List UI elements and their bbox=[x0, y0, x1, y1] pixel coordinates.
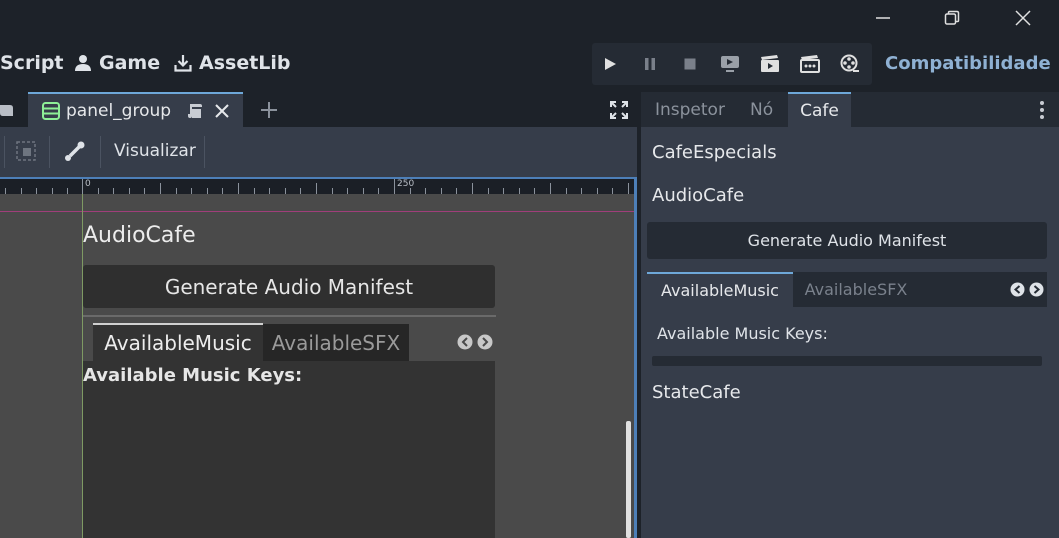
dock-tab-available-sfx[interactable]: AvailableSFX bbox=[793, 272, 919, 307]
more-options-icon[interactable] bbox=[1039, 100, 1045, 120]
download-icon bbox=[174, 55, 192, 72]
available-music-keys-label: Available Music Keys: bbox=[657, 324, 828, 343]
play-icon bbox=[605, 58, 616, 70]
script-label: Script bbox=[0, 52, 64, 74]
game-label: Game bbox=[99, 52, 161, 74]
canvas-generate-manifest-button[interactable]: Generate Audio Manifest bbox=[83, 265, 495, 308]
canvas-audiocafe-label: AudioCafe bbox=[83, 223, 196, 248]
close-icon[interactable] bbox=[215, 103, 229, 118]
plus-icon bbox=[261, 102, 277, 118]
vbox-node-icon bbox=[42, 101, 60, 120]
music-keys-list[interactable] bbox=[652, 356, 1042, 366]
script-icon bbox=[0, 105, 13, 116]
remote-debug-button[interactable] bbox=[718, 52, 742, 76]
chevron-right-icon[interactable] bbox=[477, 334, 493, 350]
script-icon bbox=[188, 103, 203, 118]
restore-button[interactable] bbox=[923, 0, 981, 36]
canvas-viewport[interactable]: AudioCafe Generate Audio Manifest Availa… bbox=[0, 194, 637, 538]
bone-icon bbox=[65, 141, 85, 161]
chevron-right-icon[interactable] bbox=[1029, 282, 1044, 297]
separator bbox=[100, 136, 101, 168]
canvas-tab-panel: Available Music Keys: bbox=[83, 361, 495, 538]
viewport-toolbar: Visualizar bbox=[0, 127, 637, 177]
ruler-ticks bbox=[5, 179, 629, 194]
main-toolbar: Script Game AssetLib Compatibilidade bbox=[0, 36, 1059, 92]
tab-node[interactable]: Nó bbox=[750, 92, 773, 127]
dock-tabbar: AvailableMusic AvailableSFX bbox=[647, 272, 1047, 307]
assetlib-label: AssetLib bbox=[199, 52, 291, 74]
viewport-border bbox=[634, 177, 637, 538]
chevron-left-icon[interactable] bbox=[457, 334, 473, 350]
run-controls bbox=[592, 43, 872, 85]
run-custom-scene-button[interactable] bbox=[798, 52, 822, 76]
minimize-icon bbox=[876, 17, 890, 19]
restore-icon bbox=[944, 10, 960, 25]
separator bbox=[204, 136, 205, 168]
generate-manifest-button[interactable]: Generate Audio Manifest bbox=[647, 222, 1047, 259]
dock-tabs: Inspetor Nó Cafe bbox=[641, 92, 1059, 127]
close-icon bbox=[1015, 10, 1031, 26]
canvas-available-music-keys-label: Available Music Keys: bbox=[83, 365, 303, 386]
bone-tool-button[interactable] bbox=[64, 140, 86, 162]
chevron-left-icon[interactable] bbox=[1010, 282, 1025, 297]
snap-button[interactable] bbox=[16, 141, 36, 161]
separator bbox=[49, 136, 50, 168]
assetlib-workspace-button[interactable]: AssetLib bbox=[174, 48, 291, 78]
cafe-especiais-label: CafeEspecials bbox=[652, 142, 777, 163]
horizontal-ruler: 0 250 bbox=[0, 177, 637, 194]
snap-grid-icon bbox=[16, 141, 36, 161]
renderer-label: Compatibilidade bbox=[885, 52, 1051, 74]
scene-tab-panel-group[interactable]: panel_group bbox=[28, 92, 243, 127]
window-title-bar bbox=[0, 0, 1059, 36]
run-current-scene-icon bbox=[761, 55, 779, 72]
separator bbox=[0, 136, 5, 168]
tab-cafe[interactable]: Cafe bbox=[788, 92, 851, 127]
close-window-button[interactable] bbox=[994, 0, 1052, 36]
play-button[interactable] bbox=[598, 52, 622, 76]
canvas-separator bbox=[83, 315, 496, 317]
audiocafe-label: AudioCafe bbox=[652, 185, 745, 206]
expand-icon bbox=[610, 101, 628, 119]
game-workspace-button[interactable]: Game bbox=[74, 48, 160, 78]
movie-maker-icon bbox=[840, 54, 859, 72]
statecafe-label: StateCafe bbox=[652, 382, 741, 403]
inspector-dock: Inspetor Nó Cafe CafeEspecials AudioCafe… bbox=[641, 92, 1059, 538]
pause-button[interactable] bbox=[638, 52, 662, 76]
ruler-label-250: 250 bbox=[397, 179, 415, 189]
visualize-menu[interactable]: Visualizar bbox=[114, 141, 196, 161]
run-custom-scene-icon bbox=[800, 55, 820, 73]
distraction-free-button[interactable] bbox=[610, 101, 628, 119]
script-workspace-button[interactable]: Script bbox=[0, 48, 64, 78]
scene-tab-label: panel_group bbox=[66, 100, 172, 121]
scene-tabs: panel_group bbox=[0, 92, 637, 127]
pause-icon bbox=[645, 58, 655, 70]
renderer-select[interactable]: Compatibilidade bbox=[885, 50, 1059, 76]
minimize-button[interactable] bbox=[854, 0, 912, 36]
run-current-scene-button[interactable] bbox=[758, 52, 782, 76]
canvas-tab-available-sfx[interactable]: AvailableSFX bbox=[263, 324, 409, 361]
dock-tab-available-music[interactable]: AvailableMusic bbox=[647, 272, 793, 307]
stop-button[interactable] bbox=[678, 52, 702, 76]
ruler-label-0: 0 bbox=[85, 179, 91, 189]
scene-tab-partial[interactable] bbox=[0, 102, 14, 118]
game-icon bbox=[75, 55, 91, 71]
movie-maker-button[interactable] bbox=[838, 52, 862, 76]
tab-inspector[interactable]: Inspetor bbox=[655, 92, 725, 127]
guide-horizontal bbox=[0, 211, 634, 212]
canvas-tab-available-music[interactable]: AvailableMusic bbox=[93, 323, 263, 361]
remote-debug-icon bbox=[721, 56, 739, 72]
stop-icon bbox=[684, 58, 696, 70]
vertical-scrollbar[interactable] bbox=[626, 421, 631, 538]
add-scene-tab-button[interactable] bbox=[260, 101, 278, 119]
